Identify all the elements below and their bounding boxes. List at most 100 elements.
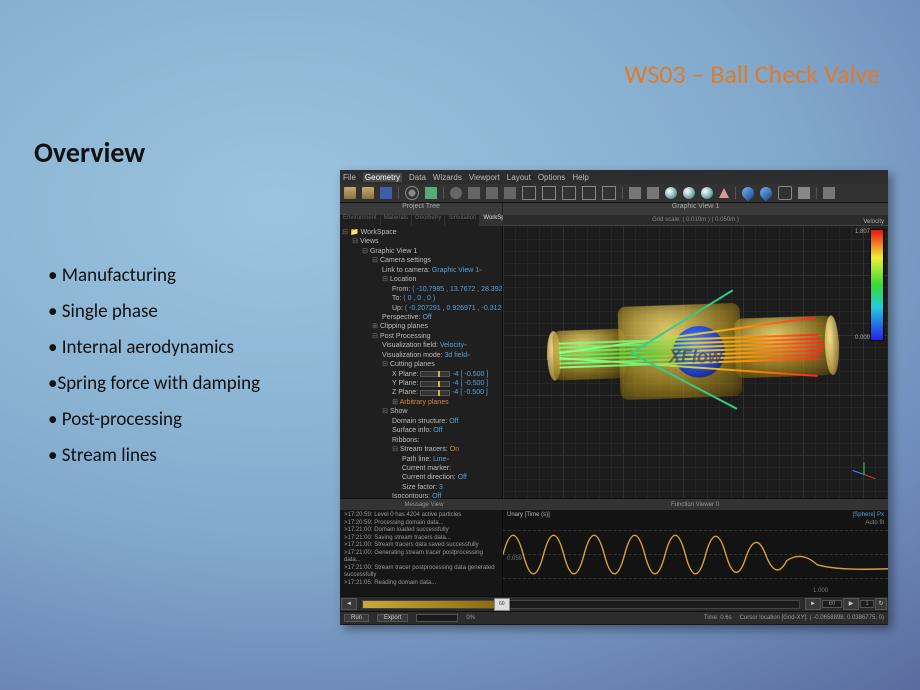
brush-icon[interactable]: [798, 187, 810, 199]
menu-viewport[interactable]: Viewport: [469, 173, 500, 182]
bullet-item: • Manufacturing: [48, 258, 260, 294]
run-button[interactable]: Run: [344, 614, 369, 622]
message-log[interactable]: >17:20:59: Level 0 has 4204 active parti…: [340, 510, 502, 600]
menu-options[interactable]: Options: [538, 173, 566, 182]
timeline-track[interactable]: 60: [362, 600, 800, 609]
status-time: Time: 0.6s: [704, 615, 732, 621]
property-tree[interactable]: ⊟ 📁 WorkSpace ⊟ Views ⊟ Graphic View 1 ⊟…: [340, 226, 502, 498]
graphic-viewport[interactable]: Grid scale: ( 0.010m ) ( 0.050m ): [503, 215, 888, 498]
toolbar: [340, 184, 888, 203]
tab-environment[interactable]: Environment: [340, 215, 381, 226]
timeline-prev-button[interactable]: ◄: [341, 598, 357, 610]
project-tree-header: Project Tree: [340, 203, 503, 215]
toolbar-separator: [398, 187, 399, 199]
zoom-icon[interactable]: [450, 187, 462, 199]
fit-icon[interactable]: [504, 187, 516, 199]
tab-simulation[interactable]: Simulation: [445, 215, 480, 226]
iso-view-icon[interactable]: [602, 186, 616, 200]
progress-pct: 0%: [466, 615, 475, 621]
tab-geometry[interactable]: Geometry: [412, 215, 445, 226]
function-viewer: >17:20:59: Level 0 has 4204 active parti…: [340, 510, 888, 596]
pane-headers: Project Tree Graphic View 1: [340, 203, 888, 215]
log-line: >17:21:00: Stream tracers data saved suc…: [344, 542, 498, 550]
bullet-item: •Spring force with damping: [48, 366, 260, 402]
save-icon[interactable]: [380, 187, 392, 199]
hand-icon[interactable]: [468, 187, 480, 199]
status-cursor: Cursor location [Grid-XY]: ( -0.0658898,…: [740, 615, 884, 621]
box-icon[interactable]: [522, 186, 536, 200]
log-line: >17:21:00: Generating stream tracer post…: [344, 550, 498, 565]
bullet-item: • Post-processing: [48, 402, 260, 438]
log-line: successfully: [344, 572, 498, 580]
project-tabs: Environment Materials Geometry Simulatio…: [340, 215, 502, 226]
drop2-icon[interactable]: [758, 185, 775, 202]
toolbar-separator: [735, 187, 736, 199]
more-icon[interactable]: [823, 187, 835, 199]
function-plot[interactable]: Unary [Time (s)] [Sphere] Px Auto fit 0.…: [503, 510, 888, 596]
timeline-loop-button[interactable]: ↻: [875, 598, 887, 610]
embedded-app-screenshot: File Geometry Data Wizards Viewport Layo…: [340, 170, 888, 625]
color-legend: [870, 229, 884, 341]
presentation-slide: WS03 – Ball Check Valve Overview • Manuf…: [0, 0, 920, 690]
open-icon[interactable]: [344, 187, 356, 199]
export-button[interactable]: Export: [377, 614, 408, 622]
progress-bar: [416, 614, 458, 622]
timeline-end-field[interactable]: 60: [822, 600, 842, 608]
message-view: >17:20:59: Level 0 has 4204 active parti…: [340, 510, 503, 596]
watermark: XFlow: [669, 346, 722, 367]
mesh-icon[interactable]: [647, 187, 659, 199]
point-icon[interactable]: [629, 187, 641, 199]
log-line: >17:21:05: Reading domain data...: [344, 580, 498, 588]
menu-bar: File Geometry Data Wizards Viewport Layo…: [340, 170, 888, 184]
function-viewer-title: Function Viewer 0: [505, 502, 885, 508]
log-line: >17:21:00: Saving stream tracers data...: [344, 535, 498, 543]
cone-icon[interactable]: [719, 188, 729, 198]
log-line: >17:21:00: Domain loaded successfully: [344, 527, 498, 535]
log-line: >17:20:59: Processing domain data...: [344, 520, 498, 528]
menu-wizards[interactable]: Wizards: [433, 173, 462, 182]
bullet-item: • Stream lines: [48, 438, 260, 474]
legend-min: 0.000: [855, 335, 870, 341]
plot-line-icon: [503, 510, 888, 597]
toolbar-separator: [816, 187, 817, 199]
drop-icon[interactable]: [740, 185, 757, 202]
graphic-view-header: Graphic View 1: [503, 203, 888, 215]
slide-title: WS03 – Ball Check Valve: [624, 58, 880, 90]
menu-geometry[interactable]: Geometry: [363, 173, 402, 182]
menu-data[interactable]: Data: [409, 173, 426, 182]
status-bar: Run Export 0% Time: 0.6s Cursor location…: [340, 611, 888, 624]
log-line: >17:20:59: Level 0 has 4204 active parti…: [344, 512, 498, 520]
project-tree-panel: Environment Materials Geometry Simulatio…: [340, 215, 503, 498]
menu-layout[interactable]: Layout: [507, 173, 531, 182]
legend-max: 1.807: [855, 229, 870, 235]
axis-triad-icon: [850, 460, 878, 488]
toolbar-separator: [622, 187, 623, 199]
function-viewer-header: Message View Function Viewer 0: [340, 498, 888, 510]
grid-icon[interactable]: [778, 186, 792, 200]
timeline-knob[interactable]: 60: [494, 598, 510, 611]
side-view-icon[interactable]: [582, 186, 596, 200]
front-view-icon[interactable]: [562, 186, 576, 200]
viewport-ruler: Grid scale: ( 0.010m ) ( 0.050m ): [503, 215, 888, 226]
timeline-next-button[interactable]: ►: [805, 598, 821, 610]
tab-materials[interactable]: Materials: [381, 215, 412, 226]
bullet-list: • Manufacturing • Single phase • Interna…: [48, 258, 260, 475]
sphere-icon[interactable]: [665, 187, 677, 199]
bullet-item: • Internal aerodynamics: [48, 330, 260, 366]
sphere3-icon[interactable]: [701, 187, 713, 199]
rotate-icon[interactable]: [486, 187, 498, 199]
message-view-header: Message View: [343, 502, 505, 508]
timeline-step-field[interactable]: 1: [860, 600, 874, 608]
folder-icon[interactable]: [362, 187, 374, 199]
menu-help[interactable]: Help: [572, 173, 588, 182]
play-icon[interactable]: [425, 187, 437, 199]
timeline-play-button[interactable]: ▶: [843, 598, 859, 610]
log-line: >17:21:00: Stream tracer postprocessing …: [344, 565, 498, 573]
sphere2-icon[interactable]: [683, 187, 695, 199]
main-row: Environment Materials Geometry Simulatio…: [340, 215, 888, 498]
menu-file[interactable]: File: [343, 173, 356, 182]
timeline: ◄ 60 ► 60 ▶ 1 ↻: [340, 596, 888, 611]
slide-heading: Overview: [34, 135, 145, 170]
top-view-icon[interactable]: [542, 186, 556, 200]
settings-icon[interactable]: [405, 186, 419, 200]
